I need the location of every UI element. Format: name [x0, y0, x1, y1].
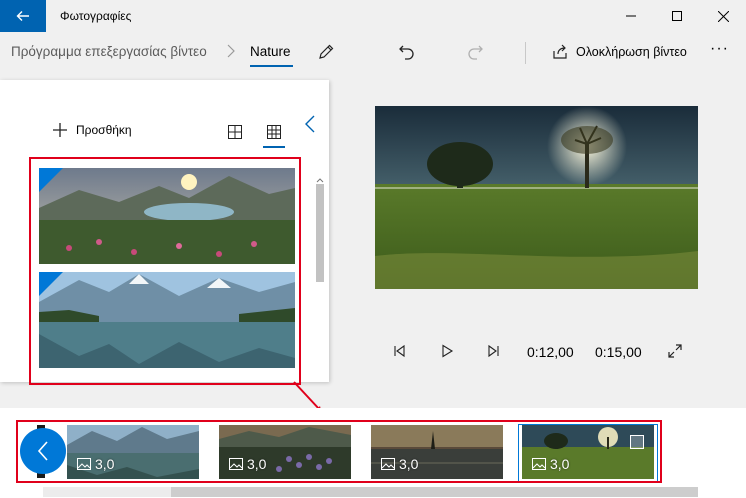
next-frame-button[interactable] — [484, 340, 504, 362]
collapse-library-button[interactable] — [304, 114, 316, 139]
share-icon — [553, 44, 567, 59]
large-grid-view-button[interactable] — [225, 122, 245, 142]
library-media-item[interactable] — [39, 272, 295, 368]
minimize-icon — [626, 15, 636, 17]
storyboard-panel: 3,0 3,0 3,0 3,0 — [0, 408, 746, 498]
app-title: Φωτογραφίες — [60, 9, 132, 23]
storyboard-card[interactable]: 3,0 — [219, 425, 351, 479]
storyboard-scroll-thumb[interactable] — [171, 487, 698, 497]
arrow-left-icon — [16, 11, 29, 21]
undo-button[interactable] — [395, 40, 419, 64]
image-icon — [381, 458, 395, 470]
library-media-item[interactable] — [39, 168, 295, 264]
card-duration-value: 3,0 — [399, 456, 419, 472]
fullscreen-button[interactable] — [665, 340, 685, 362]
redo-button[interactable] — [463, 40, 487, 64]
card-duration: 3,0 — [532, 456, 569, 472]
redo-icon — [468, 45, 483, 60]
image-icon — [532, 458, 546, 470]
current-time: 0:12,00 — [527, 344, 574, 360]
storyboard-scroll-left-button[interactable] — [20, 428, 66, 474]
rename-button[interactable] — [314, 40, 338, 64]
scroll-up-icon — [316, 178, 324, 183]
add-media-button[interactable]: Προσθήκη — [52, 122, 132, 138]
small-grid-view-button[interactable] — [264, 122, 284, 142]
grid-large-icon — [228, 125, 242, 139]
total-time: 0:15,00 — [595, 344, 642, 360]
card-duration: 3,0 — [381, 456, 418, 472]
finish-video-label: Ολοκλήρωση βίντεο — [576, 45, 687, 59]
breadcrumb-underline — [250, 65, 293, 67]
step-back-icon — [394, 344, 405, 358]
play-icon — [442, 344, 454, 358]
toolbar-divider — [525, 42, 526, 64]
finish-video-button[interactable]: Ολοκλήρωση βίντεο — [552, 40, 687, 64]
pencil-icon — [319, 44, 334, 59]
editor-toolbar: Πρόγραμμα επεξεργασίας βίντεο Nature Ολο… — [0, 32, 746, 72]
close-icon — [717, 10, 729, 22]
storyboard-card[interactable]: 3,0 — [67, 425, 199, 479]
undo-icon — [399, 45, 414, 60]
close-button[interactable] — [700, 0, 746, 32]
breadcrumb-video-editor[interactable]: Πρόγραμμα επεξεργασίας βίντεο — [11, 44, 207, 59]
maximize-button[interactable] — [654, 0, 700, 32]
add-media-label: Προσθήκη — [76, 123, 132, 137]
card-duration-value: 3,0 — [550, 456, 570, 472]
video-preview[interactable] — [375, 106, 698, 289]
landscape-lake-flowers-thumbnail — [39, 168, 295, 264]
chevron-right-icon — [226, 43, 236, 64]
plus-icon — [53, 123, 67, 137]
chevron-left-icon — [37, 441, 48, 461]
image-icon — [77, 458, 91, 470]
card-duration: 3,0 — [77, 456, 114, 472]
sunset-tree-preview-image — [375, 106, 698, 289]
storyboard-card-selected[interactable]: 3,0 — [522, 425, 654, 479]
previous-frame-button[interactable] — [389, 340, 409, 362]
title-bar: Φωτογραφίες — [0, 0, 746, 32]
view-selected-indicator — [263, 146, 285, 148]
card-duration-value: 3,0 — [247, 456, 267, 472]
landscape-mountain-lake-thumbnail — [39, 272, 295, 368]
storyboard-card[interactable]: 3,0 — [371, 425, 503, 479]
card-select-checkbox[interactable] — [630, 435, 644, 449]
library-media-item[interactable] — [39, 376, 295, 382]
minimize-button[interactable] — [608, 0, 654, 32]
expand-icon — [668, 344, 682, 358]
card-duration-value: 3,0 — [95, 456, 115, 472]
card-duration: 3,0 — [229, 456, 266, 472]
play-button[interactable] — [437, 340, 457, 362]
chevron-left-icon — [305, 115, 315, 133]
breadcrumb-project-name[interactable]: Nature — [250, 44, 291, 59]
step-forward-icon — [488, 344, 499, 358]
more-options-button[interactable]: ··· — [710, 40, 729, 58]
maximize-icon — [672, 11, 682, 21]
library-scroll-thumb[interactable] — [316, 184, 324, 282]
project-library-panel: Προσθήκη — [0, 80, 329, 454]
back-button[interactable] — [0, 0, 46, 32]
grid-small-icon — [267, 125, 281, 139]
storyboard-scrollbar[interactable] — [43, 487, 698, 497]
image-icon — [229, 458, 243, 470]
